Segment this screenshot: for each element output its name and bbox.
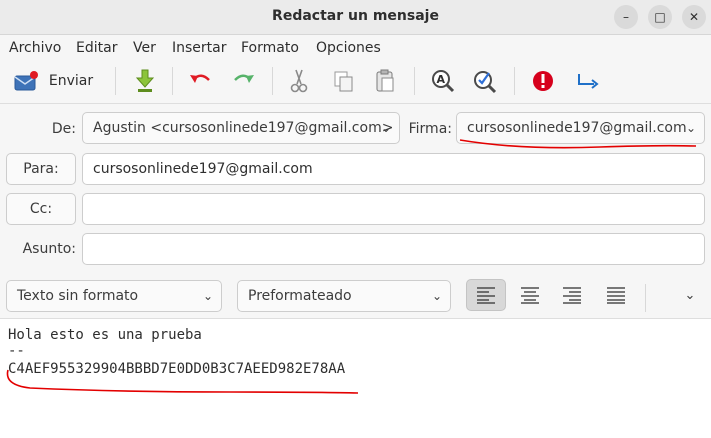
annotation-overlay [6, 139, 697, 394]
annotation-underline-hash [6, 369, 359, 394]
annotation-underline-signature [459, 139, 697, 149]
